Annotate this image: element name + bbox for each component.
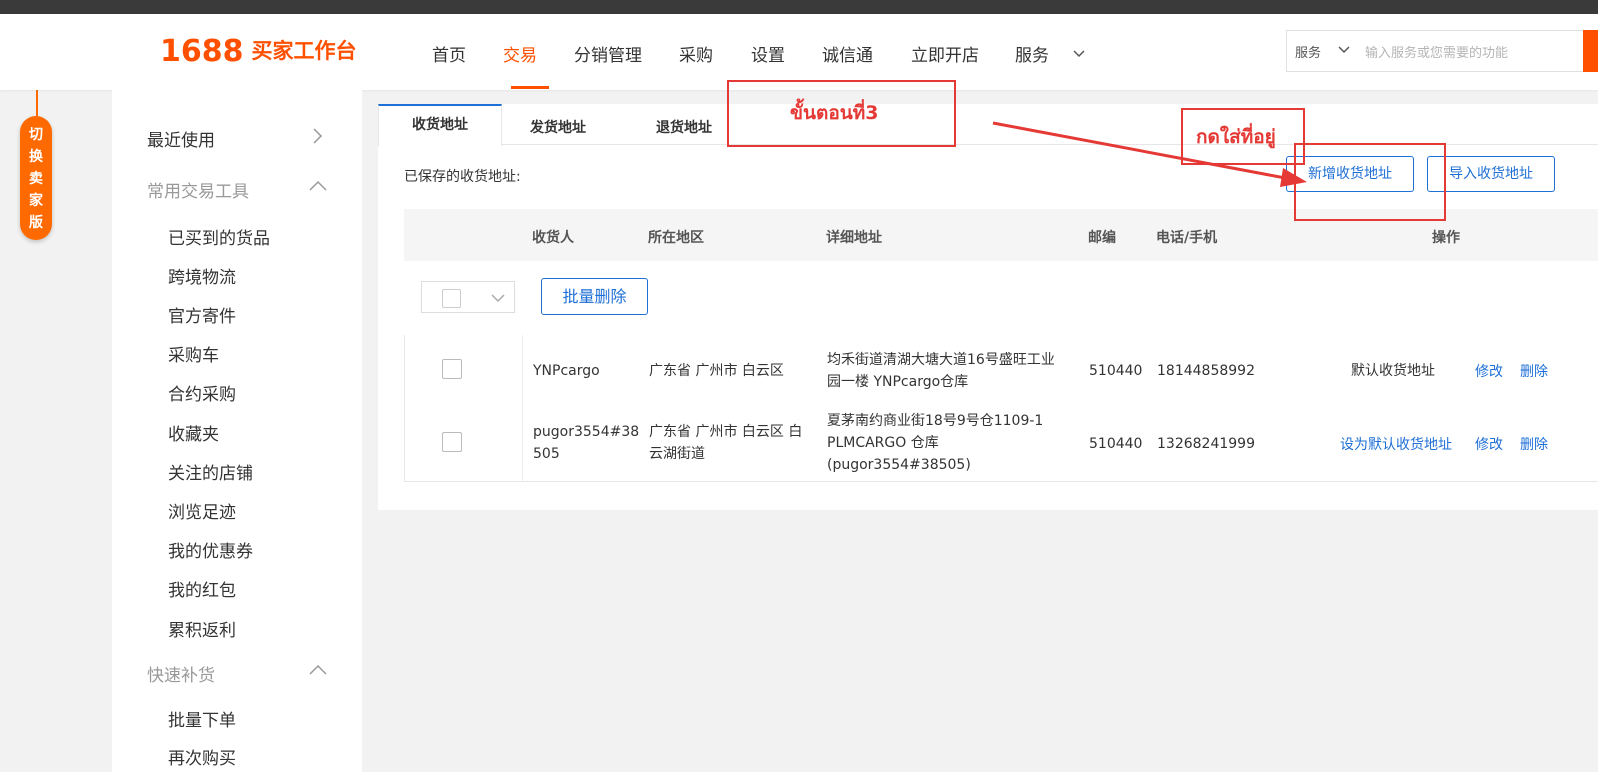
annotation-arrow: [992, 121, 1307, 187]
